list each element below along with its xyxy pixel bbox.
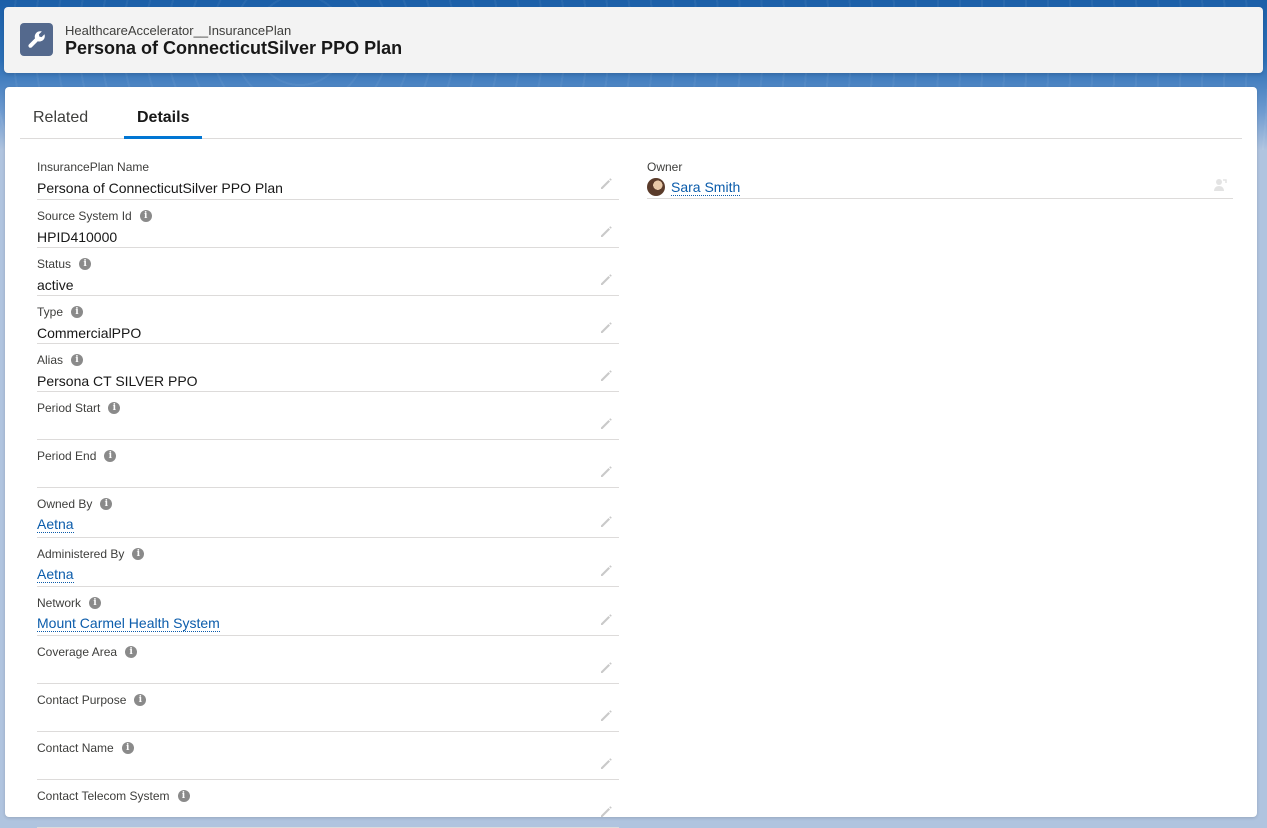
field-label: InsurancePlan Name bbox=[37, 160, 149, 174]
pencil-icon[interactable] bbox=[599, 273, 613, 287]
info-icon[interactable]: i bbox=[121, 742, 134, 754]
field-administered-by: Administered By i Aetna bbox=[37, 538, 619, 587]
field-label-text: InsurancePlan Name bbox=[37, 160, 150, 174]
field-label-text: Owned By bbox=[37, 497, 93, 511]
record-title: Persona of ConnecticutSilver PPO Plan bbox=[65, 38, 403, 58]
field-label: Period Start i bbox=[37, 401, 121, 415]
field-value-link[interactable]: Aetna bbox=[37, 567, 74, 583]
field-label-text: Contact Telecom System bbox=[37, 789, 170, 803]
pencil-icon[interactable] bbox=[599, 515, 613, 529]
field-value: Persona CT SILVER PPO bbox=[37, 373, 198, 389]
field-value-link[interactable]: Aetna bbox=[37, 517, 74, 533]
pencil-icon[interactable] bbox=[599, 564, 613, 578]
change-owner-icon[interactable] bbox=[1213, 178, 1227, 192]
field-label: Type i bbox=[37, 305, 84, 319]
info-icon[interactable]: i bbox=[134, 694, 147, 706]
field-label-text: Period End bbox=[37, 449, 97, 463]
field-label: Contact Telecom System i bbox=[37, 789, 190, 803]
field-label-text: Contact Purpose bbox=[37, 693, 127, 707]
field-status: Status i active bbox=[37, 248, 619, 296]
wrench-icon bbox=[20, 23, 53, 56]
info-icon[interactable]: i bbox=[100, 498, 113, 510]
info-icon[interactable]: i bbox=[108, 402, 121, 414]
field-coverage-area: Coverage Area i bbox=[37, 636, 619, 684]
field-label-text: Type bbox=[37, 305, 64, 319]
owner-link[interactable]: Sara Smith bbox=[671, 180, 741, 196]
field-label: Coverage Area i bbox=[37, 645, 138, 659]
field-insuranceplan-name: InsurancePlan Name Persona of Connecticut… bbox=[37, 151, 619, 200]
field-contact-telecom-system: Contact Telecom System i bbox=[37, 780, 619, 828]
field-label: Contact Name i bbox=[37, 741, 134, 755]
pencil-icon[interactable] bbox=[599, 225, 613, 239]
field-label-text: Source System Id bbox=[37, 209, 132, 223]
field-value: CommercialPPO bbox=[37, 325, 142, 341]
object-type-label: HealthcareAccelerator__InsurancePlan bbox=[65, 23, 292, 38]
info-icon[interactable]: i bbox=[177, 790, 190, 802]
record-header: HealthcareAccelerator__InsurancePlan Per… bbox=[4, 7, 1263, 73]
tab-bar: Related Details bbox=[20, 87, 1242, 139]
field-label: Period End i bbox=[37, 449, 117, 463]
field-label-text: Period Start bbox=[37, 401, 101, 415]
record-detail-card: Related Details InsurancePlan Name Person… bbox=[5, 87, 1257, 828]
field-alias: Alias i Persona CT SILVER PPO bbox=[37, 344, 619, 392]
field-label: Administered By i bbox=[37, 547, 145, 561]
field-period-start: Period Start i bbox=[37, 392, 619, 440]
field-contact-purpose: Contact Purpose i bbox=[37, 684, 619, 732]
field-label: Contact Purpose i bbox=[37, 693, 147, 707]
pencil-icon[interactable] bbox=[599, 709, 613, 723]
field-label-text: Administered By bbox=[37, 547, 125, 561]
pencil-icon[interactable] bbox=[599, 465, 613, 479]
field-label: Source System Id i bbox=[37, 209, 152, 223]
field-contact-name: Contact Name i bbox=[37, 732, 619, 780]
field-owned-by: Owned By i Aetna bbox=[37, 488, 619, 538]
pencil-icon[interactable] bbox=[599, 417, 613, 431]
field-label: Network i bbox=[37, 596, 102, 610]
field-value: Persona of ConnecticutSilver PPO Plan bbox=[37, 180, 283, 196]
pencil-icon[interactable] bbox=[599, 177, 613, 191]
info-icon[interactable]: i bbox=[79, 258, 92, 270]
info-icon[interactable]: i bbox=[71, 354, 84, 366]
field-label-text: Alias bbox=[37, 353, 64, 367]
field-owner: Owner Sara Smith bbox=[647, 151, 1233, 199]
pencil-icon[interactable] bbox=[599, 661, 613, 675]
field-type: Type i CommercialPPO bbox=[37, 296, 619, 344]
pencil-icon[interactable] bbox=[599, 613, 613, 627]
field-label-text: Contact Name bbox=[37, 741, 114, 755]
field-label-text: Status bbox=[37, 257, 72, 271]
field-value: active bbox=[37, 277, 74, 293]
field-source-system-id: Source System Id i HPID410000 bbox=[37, 200, 619, 248]
field-label: Status i bbox=[37, 257, 92, 271]
info-icon[interactable]: i bbox=[104, 450, 117, 462]
field-value: HPID410000 bbox=[37, 229, 118, 245]
tab-related[interactable]: Related bbox=[33, 109, 88, 138]
field-label: Owned By i bbox=[37, 497, 113, 511]
field-value-link[interactable]: Mount Carmel Health System bbox=[37, 616, 220, 632]
info-icon[interactable]: i bbox=[89, 597, 102, 609]
pencil-icon[interactable] bbox=[599, 369, 613, 383]
info-icon[interactable]: i bbox=[132, 548, 145, 560]
field-label: Alias i bbox=[37, 353, 84, 367]
pencil-icon[interactable] bbox=[599, 757, 613, 771]
tab-details[interactable]: Details bbox=[124, 109, 203, 139]
avatar[interactable] bbox=[647, 178, 665, 196]
field-label: Owner bbox=[647, 160, 683, 174]
pencil-icon[interactable] bbox=[599, 321, 613, 335]
field-label-text: Network bbox=[37, 596, 82, 610]
info-icon[interactable]: i bbox=[139, 210, 152, 222]
field-label-text: Coverage Area bbox=[37, 645, 118, 659]
field-network: Network i Mount Carmel Health System bbox=[37, 587, 619, 636]
field-period-end: Period End i bbox=[37, 440, 619, 488]
info-icon[interactable]: i bbox=[71, 306, 84, 318]
info-icon[interactable]: i bbox=[125, 646, 138, 658]
pencil-icon[interactable] bbox=[599, 805, 613, 819]
